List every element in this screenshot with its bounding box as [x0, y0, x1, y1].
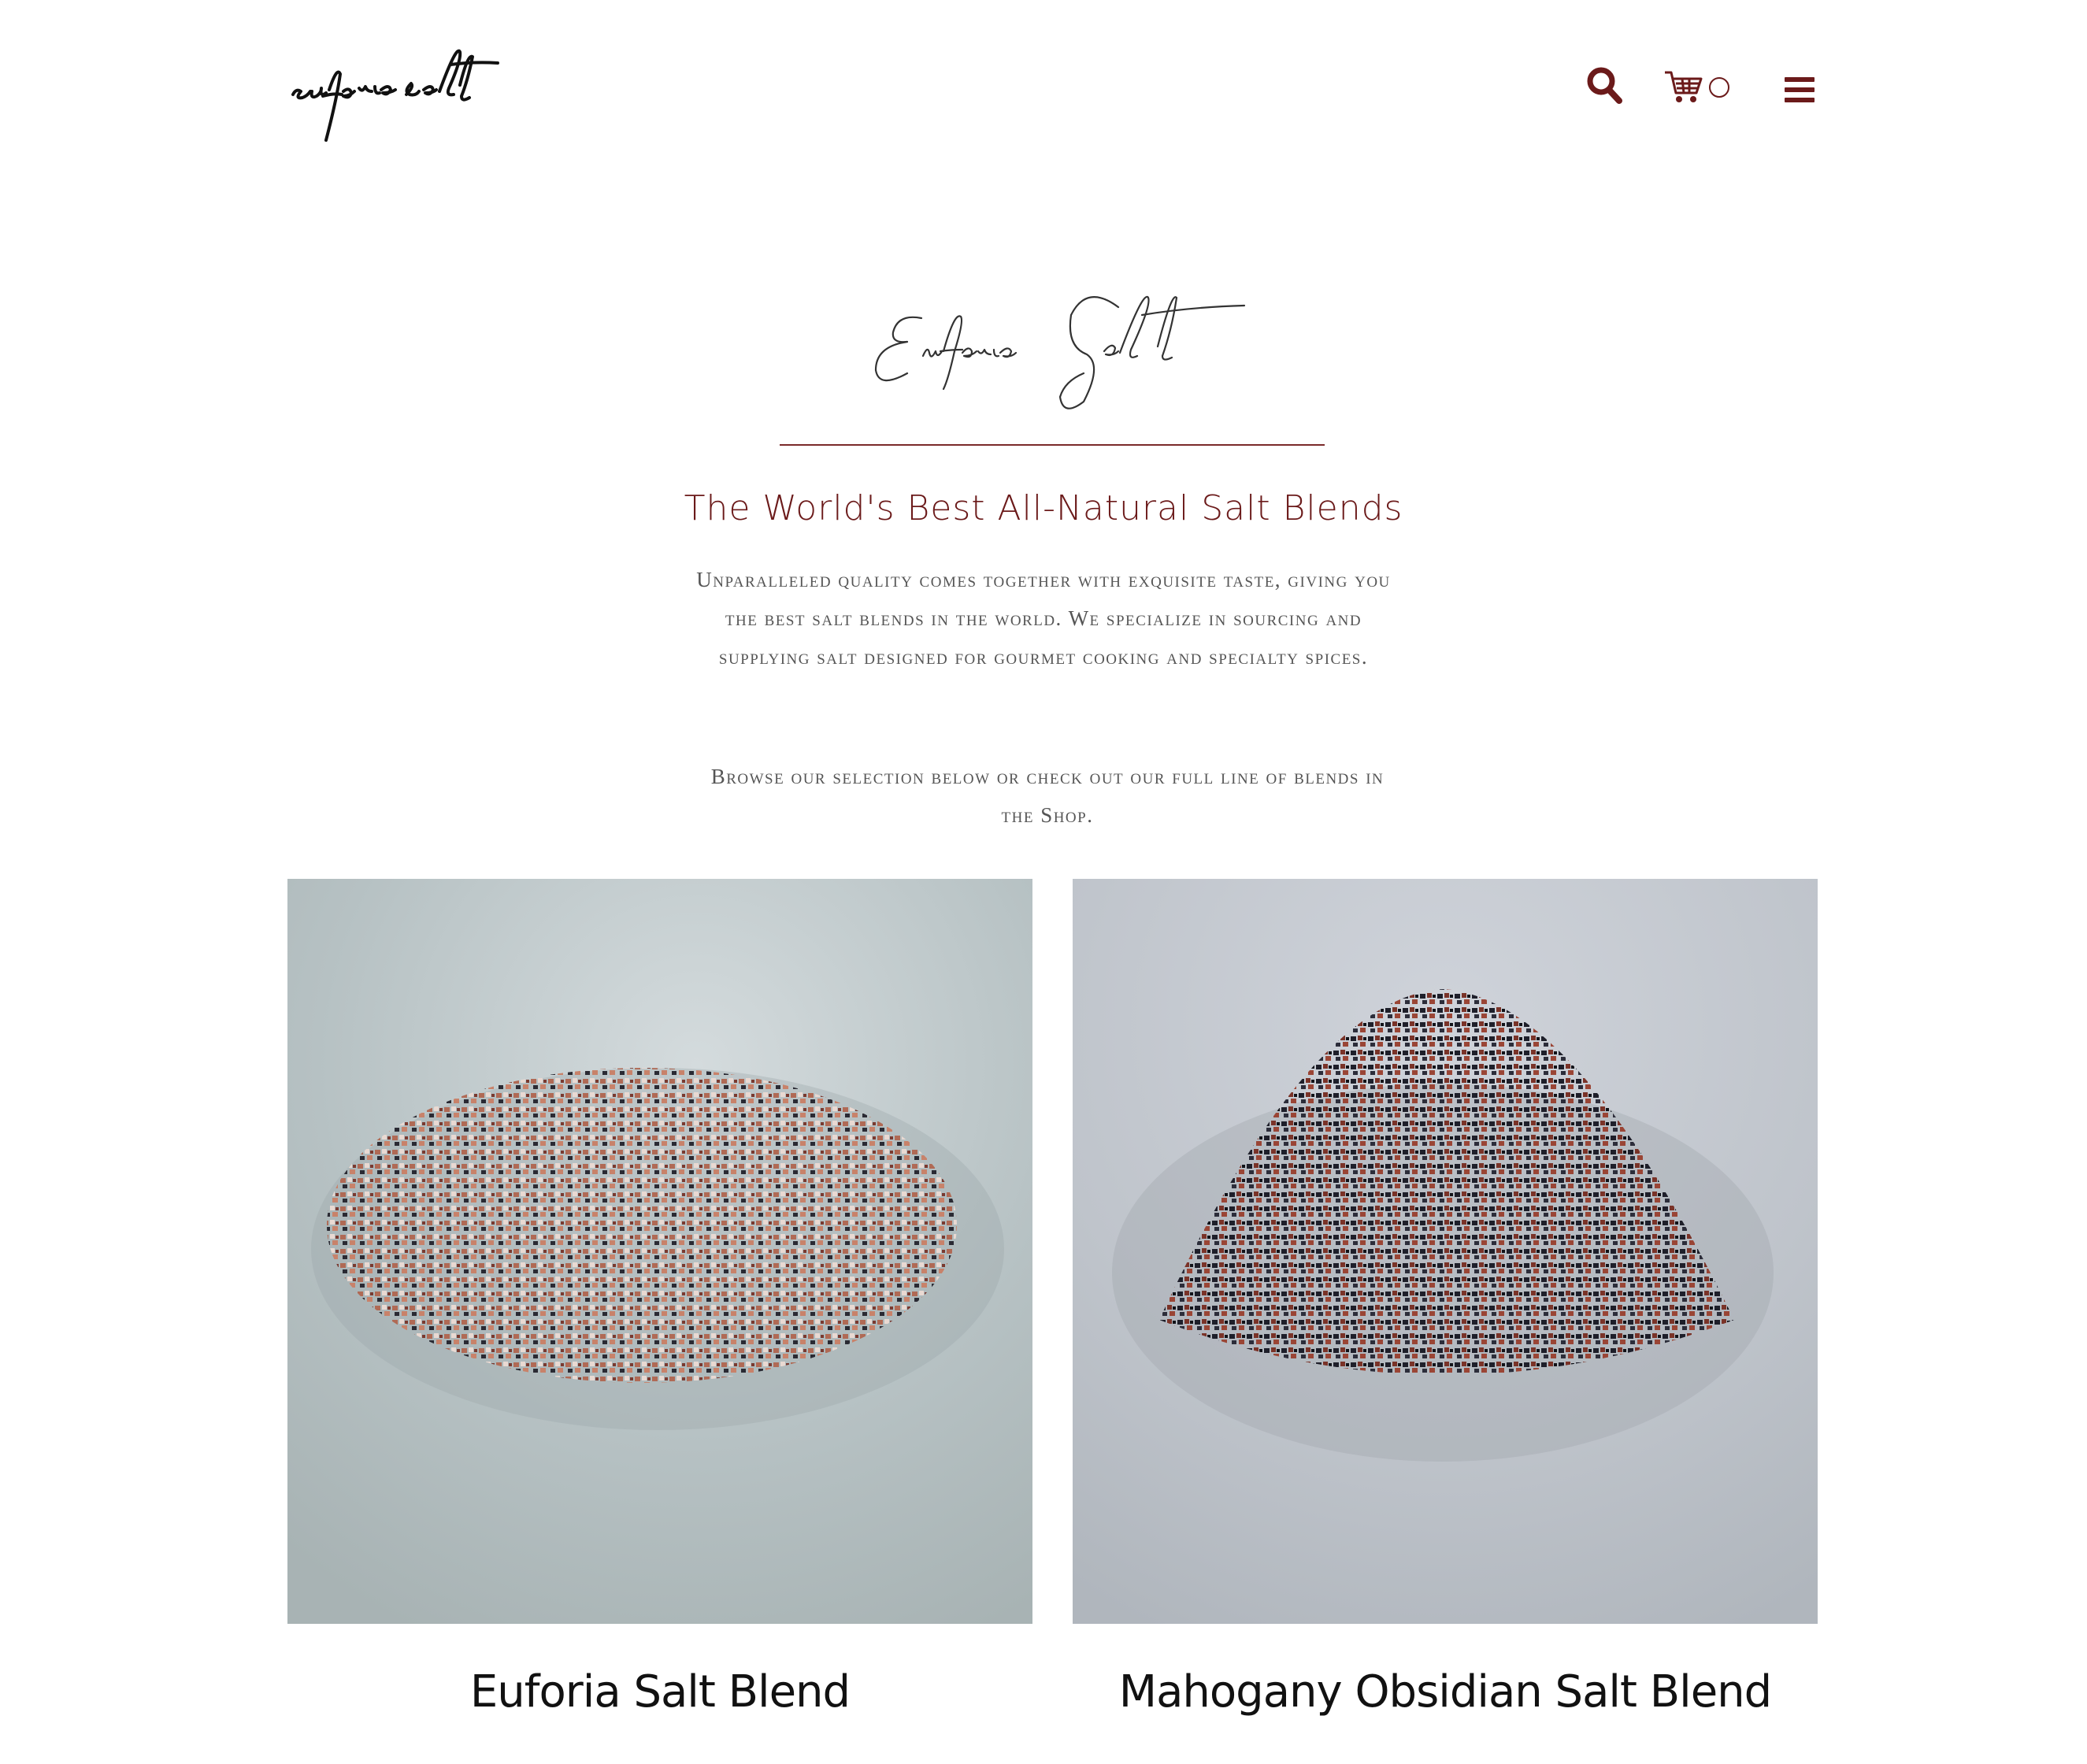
product-card-euforia-salt-blend[interactable]: Euforia Salt Blend: [287, 879, 1032, 1718]
cart-button[interactable]: 0: [1663, 69, 1750, 109]
logo-script-graphic: [291, 49, 499, 142]
hero-divider: [780, 444, 1325, 446]
search-icon: [1587, 67, 1622, 104]
product-title[interactable]: Mahogany Obsidian Salt Blend: [1073, 1666, 1818, 1718]
cart-icon: [1665, 71, 1703, 102]
product-image-mahogany-obsidian-salt-blend[interactable]: [1073, 879, 1818, 1624]
product-card-mahogany-obsidian-salt-blend[interactable]: Mahogany Obsidian Salt Blend: [1073, 879, 1818, 1718]
menu-button[interactable]: [1785, 76, 1816, 107]
product-title[interactable]: Euforia Salt Blend: [287, 1666, 1032, 1718]
browse-text: Browse our selection below or check out …: [710, 765, 1385, 827]
product-image-euforia-salt-blend[interactable]: [287, 879, 1032, 1624]
search-button[interactable]: [1586, 66, 1622, 106]
script-title-graphic: [874, 295, 1246, 410]
site-logo[interactable]: [288, 49, 501, 143]
cart-count-badge: 0: [1709, 77, 1729, 98]
hero-description: Unparalleled quality comes together with…: [696, 568, 1391, 669]
hero-script-title: [874, 284, 1252, 410]
header-actions: 0: [1575, 61, 1827, 124]
hero-tagline: The World's Best All-Natural Salt Blends: [684, 488, 1403, 528]
